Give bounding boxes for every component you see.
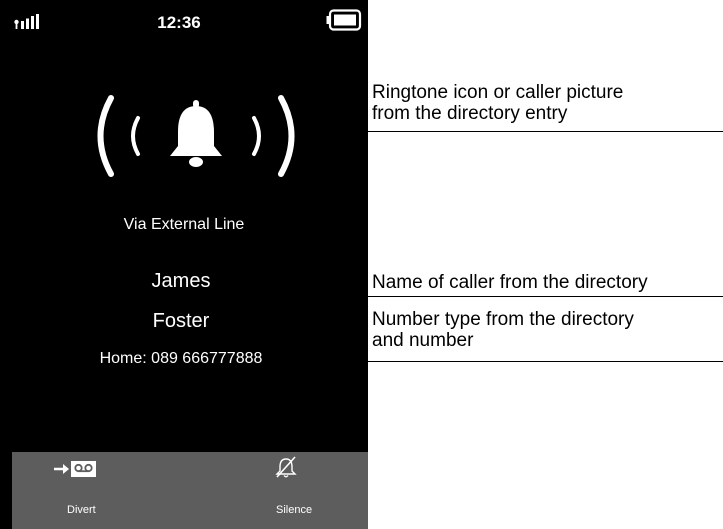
battery-full-icon xyxy=(326,9,362,31)
caller-last-name: Foster xyxy=(152,310,210,332)
softkey-bar: Divert Silence xyxy=(12,452,368,529)
annotation-text: Ringtone icon or caller picture from the… xyxy=(372,82,624,124)
callout-line xyxy=(342,361,723,362)
callout-line xyxy=(342,131,723,132)
clock: 12:36 xyxy=(157,13,201,32)
mute-bell-icon xyxy=(275,456,297,478)
caller-first-name: James xyxy=(151,270,211,292)
divert-button[interactable]: Divert xyxy=(12,452,190,529)
status-bar: 12:36 xyxy=(0,0,368,50)
callout-line xyxy=(342,296,723,297)
caller-number: Home: 089 666777888 xyxy=(99,350,263,367)
call-via-line: Via External Line xyxy=(123,216,245,233)
handset-display: 12:36 Via External Line James Foster Hom… xyxy=(0,0,368,529)
annotation-text: Name of caller from the directory xyxy=(372,272,648,293)
silence-button[interactable]: Silence xyxy=(190,452,368,529)
annotation-text: Number type from the directory and numbe… xyxy=(372,309,634,351)
silence-label: Silence xyxy=(276,504,313,516)
manual-figure: 12:36 Via External Line James Foster Hom… xyxy=(0,0,723,529)
ringing-bell-icon xyxy=(97,95,295,177)
divert-to-voicemail-icon xyxy=(54,461,96,477)
divert-label: Divert xyxy=(67,504,96,516)
